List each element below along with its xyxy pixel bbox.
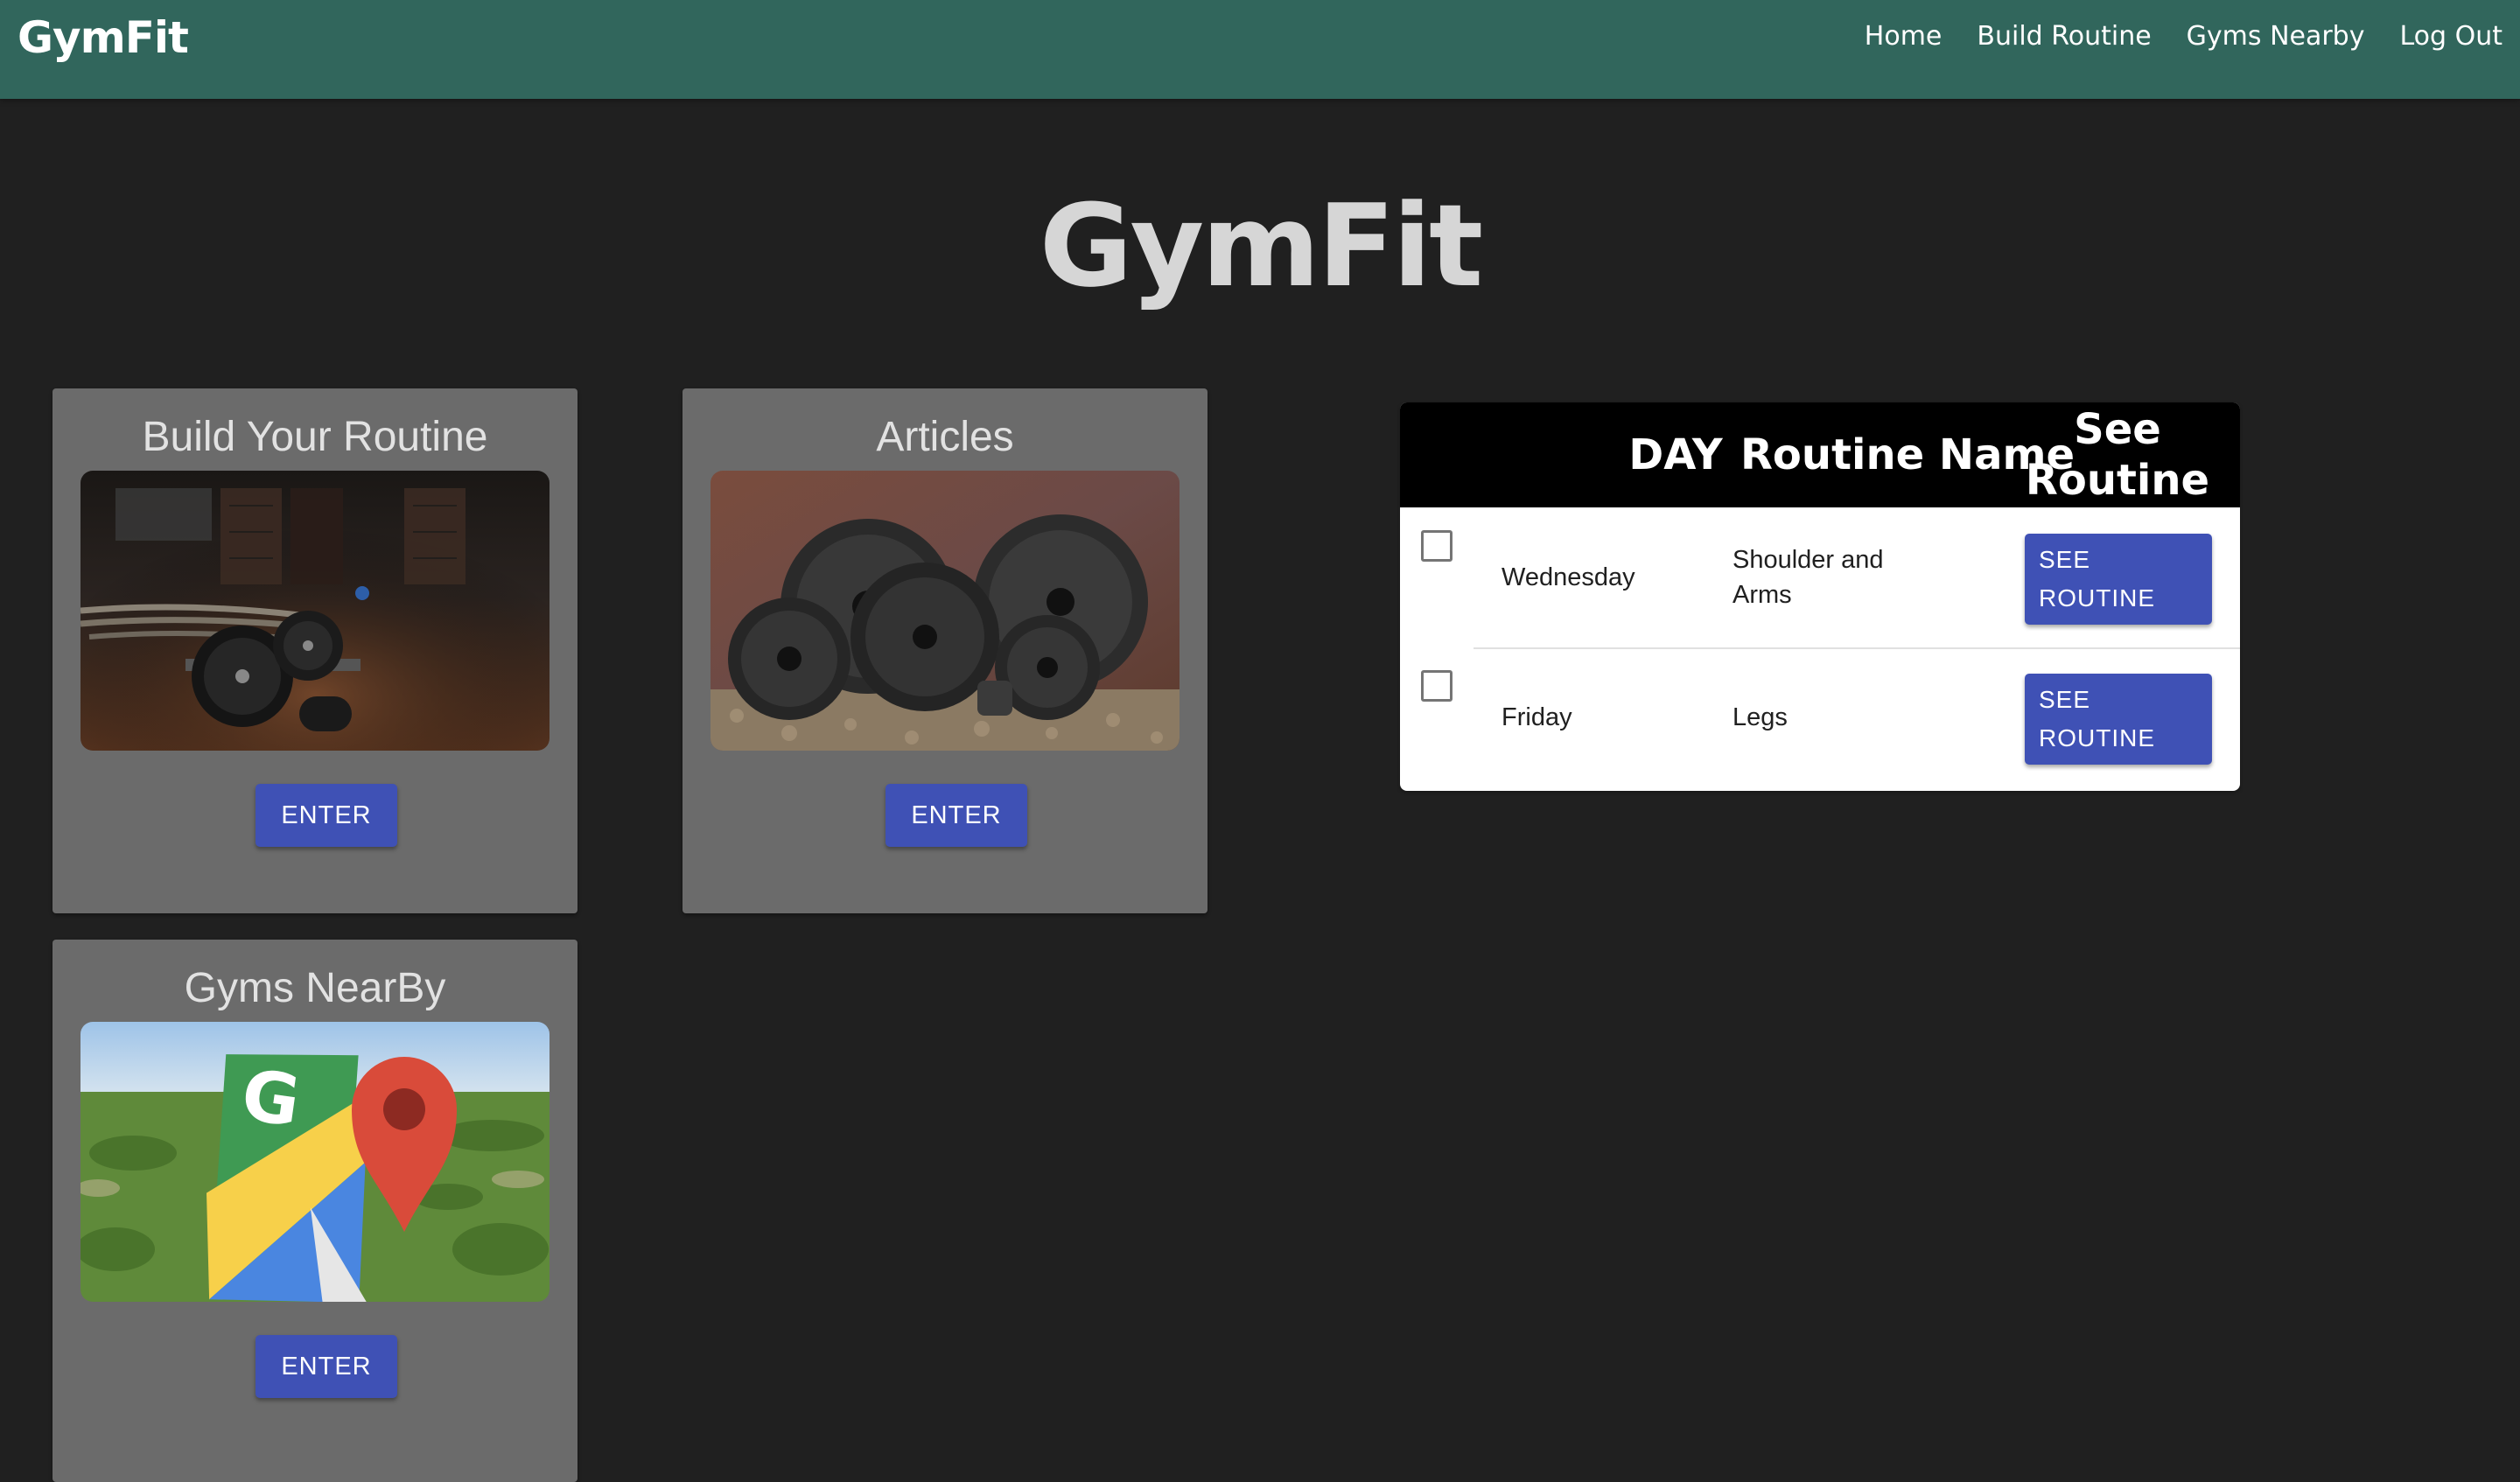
card-build-routine: Build Your Routine ENTER xyxy=(52,388,578,913)
table-row: Wednesday Shoulder and Arms SEE ROUTINE xyxy=(1400,507,2240,649)
page-title: GymFit xyxy=(1039,179,1483,312)
nav-link-log-out[interactable]: Log Out xyxy=(2399,21,2502,52)
weight-plates-image xyxy=(710,471,1180,751)
enter-button-build-routine[interactable]: ENTER xyxy=(256,784,397,847)
nav-link-home[interactable]: Home xyxy=(1865,21,1942,52)
see-routine-button[interactable]: SEE ROUTINE xyxy=(2025,534,2212,625)
card-title: Build Your Routine xyxy=(142,414,488,460)
card-title: Gyms NearBy xyxy=(184,965,446,1011)
brand-logo[interactable]: GymFit xyxy=(18,12,189,63)
see-routine-button[interactable]: SEE ROUTINE xyxy=(2025,674,2212,765)
cell-routine-name: Legs xyxy=(1732,703,1788,731)
card-gyms-nearby: Gyms NearBy G ENTER xyxy=(52,940,578,1482)
card-articles: Articles ENTER xyxy=(682,388,1208,913)
routine-table: DAY Routine Name See Routine Wednesday S… xyxy=(1400,402,2240,791)
enter-button-gyms-nearby[interactable]: ENTER xyxy=(256,1335,397,1398)
column-header-see-routine: See Routine xyxy=(2025,405,2210,505)
table-row: Friday Legs SEE ROUTINE xyxy=(1400,649,2240,791)
card-title: Articles xyxy=(876,414,1014,460)
cell-day: Friday xyxy=(1502,703,1572,731)
nav-link-gyms-nearby[interactable]: Gyms Nearby xyxy=(2187,21,2365,52)
row-checkbox[interactable] xyxy=(1421,670,1452,702)
svg-text:G: G xyxy=(237,1054,305,1143)
table-header: DAY Routine Name See Routine xyxy=(1400,402,2240,507)
enter-button-articles[interactable]: ENTER xyxy=(886,784,1027,847)
google-maps-image: G xyxy=(80,1022,550,1302)
row-checkbox[interactable] xyxy=(1421,530,1452,562)
nav-link-build-routine[interactable]: Build Routine xyxy=(1977,21,2151,52)
cell-day: Wednesday xyxy=(1502,563,1635,591)
nav-links: Home Build Routine Gyms Nearby Log Out xyxy=(1865,21,2502,52)
gym-barbell-image xyxy=(80,471,550,751)
cell-routine-name: Shoulder and Arms xyxy=(1732,546,1884,609)
top-navbar: GymFit Home Build Routine Gyms Nearby Lo… xyxy=(0,0,2520,99)
